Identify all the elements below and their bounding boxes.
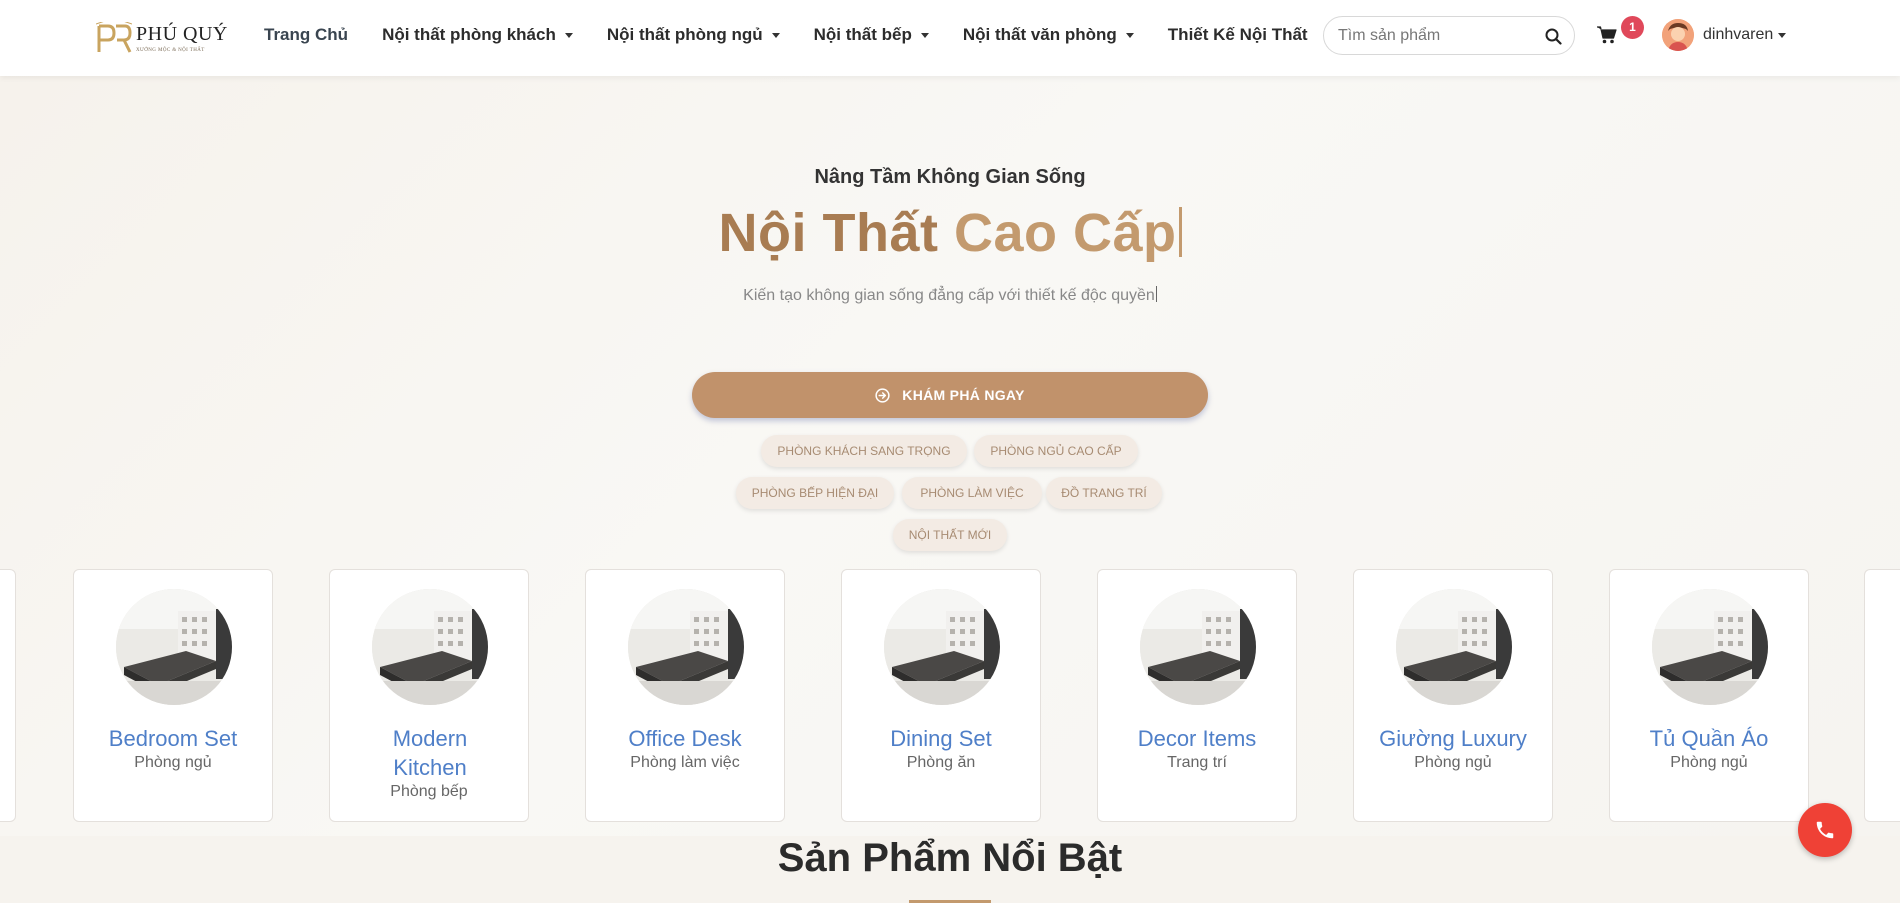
carousel-card[interactable]: Dining Set Phòng ăn	[841, 569, 1041, 822]
tag-kitchen[interactable]: PHÒNG BẾP HIỆN ĐẠI	[736, 477, 894, 509]
brand-monogram-icon	[96, 22, 132, 53]
product-thumbnail	[884, 589, 1000, 705]
card-subtitle: Phòng ngủ	[1670, 754, 1748, 771]
card-title: Decor Items	[1137, 726, 1257, 751]
tag-new-furniture[interactable]: NỘI THẤT MỚI	[893, 519, 1007, 551]
arrow-circle-right-icon	[875, 387, 890, 403]
carousel-card[interactable]: Decor Items Trang trí	[1097, 569, 1297, 822]
carousel-card-partial-left	[0, 569, 16, 822]
top-navbar: PHÚ QUÝ XƯỞNG MỘC & NỘI THẤT Trang Chủ N…	[0, 0, 1900, 76]
product-thumbnail	[1396, 589, 1512, 705]
search-box	[1323, 16, 1575, 55]
hero-subtitle: Kiến tạo không gian sống đẳng cấp với th…	[0, 286, 1900, 305]
card-subtitle: Phòng làm việc	[630, 754, 740, 771]
cart-count-badge: 1	[1621, 16, 1644, 39]
nav-item-label: Trang Chủ	[264, 25, 349, 44]
search-icon[interactable]	[1545, 28, 1562, 45]
main-menu: Trang Chủ Nội thất phòng khách Nội thất …	[264, 24, 1342, 46]
card-subtitle: Trang trí	[1167, 754, 1227, 771]
nav-item-bedroom[interactable]: Nội thất phòng ngủ	[607, 25, 780, 45]
nav-item-interior-design[interactable]: Thiết Kế Nội Thất	[1168, 25, 1308, 45]
user-menu[interactable]: dinhvaren	[1662, 19, 1787, 51]
product-thumbnail	[1652, 589, 1768, 705]
nav-item-label: Nội thất phòng khách	[382, 25, 556, 44]
product-thumbnail	[628, 589, 744, 705]
brand-name: PHÚ QUÝ	[136, 23, 228, 45]
brand-tagline: XƯỞNG MỘC & NỘI THẤT	[136, 48, 205, 53]
carousel-card[interactable]: Modern Kitchen Phòng bếp	[329, 569, 529, 822]
tag-workroom[interactable]: PHÒNG LÀM VIỆC	[902, 477, 1042, 509]
hero-title-part2: Cao Cấp	[953, 203, 1177, 263]
typing-cursor	[1178, 207, 1182, 257]
product-thumbnail	[116, 589, 232, 705]
card-title: Modern Kitchen	[392, 726, 468, 780]
card-title: Tủ Quần Áo	[1649, 726, 1769, 751]
shopping-cart-icon[interactable]	[1597, 26, 1617, 44]
caret-down-icon	[1778, 32, 1787, 38]
caret-down-icon	[771, 32, 780, 38]
carousel-card[interactable]: Bedroom Set Phòng ngủ	[73, 569, 273, 822]
brand-logo[interactable]: PHÚ QUÝ XƯỞNG MỘC & NỘI THẤT	[96, 20, 228, 58]
card-title: Giường Luxury	[1379, 726, 1527, 751]
card-title: Dining Set	[890, 726, 992, 751]
carousel-card[interactable]: Office Desk Phòng làm việc	[585, 569, 785, 822]
tag-bedroom[interactable]: PHÒNG NGỦ CAO CẤP	[974, 435, 1138, 467]
caret-down-icon	[920, 32, 929, 38]
carousel-card-partial-right	[1864, 569, 1900, 822]
nav-item-label: Thiết Kế Nội Thất	[1167, 25, 1308, 44]
featured-products-title: Sản Phẩm Nổi Bật	[777, 836, 1123, 880]
explore-now-label: KHÁM PHÁ NGAY	[902, 387, 1025, 403]
nav-item-label: Nội thất văn phòng	[962, 25, 1117, 44]
nav-item-kitchen[interactable]: Nội thất bếp	[814, 25, 929, 45]
carousel-card[interactable]: Tủ Quần Áo Phòng ngủ	[1609, 569, 1809, 822]
nav-item-home[interactable]: Trang Chủ	[264, 25, 348, 45]
card-subtitle: Phòng ngủ	[134, 754, 212, 771]
call-button[interactable]	[1798, 803, 1852, 857]
hero-title: Nội Thất Cao Cấp	[0, 202, 1900, 264]
search-input[interactable]	[1338, 26, 1538, 46]
explore-now-button[interactable]: KHÁM PHÁ NGAY	[692, 372, 1208, 418]
nav-item-label: Nội thất bếp	[813, 25, 912, 44]
tag-living-room[interactable]: PHÒNG KHÁCH SANG TRỌNG	[761, 435, 967, 467]
caret-down-icon	[1125, 32, 1134, 38]
nav-item-office[interactable]: Nội thất văn phòng	[963, 25, 1134, 45]
product-thumbnail	[1140, 589, 1256, 705]
hero-subtitle-text: Kiến tạo không gian sống đẳng cấp với th…	[743, 287, 1155, 304]
caret-down-icon	[564, 32, 573, 38]
user-name: dinhvaren	[1703, 26, 1774, 43]
card-title: Bedroom Set	[108, 726, 238, 751]
nav-item-living-room[interactable]: Nội thất phòng khách	[382, 25, 573, 45]
product-thumbnail	[372, 589, 488, 705]
carousel-card[interactable]: Giường Luxury Phòng ngủ	[1353, 569, 1553, 822]
card-subtitle: Phòng bếp	[390, 783, 468, 800]
typing-cursor	[1155, 286, 1157, 302]
card-title: Office Desk	[628, 726, 742, 751]
hero-title-part1: Nội Thất	[718, 203, 939, 263]
phone-icon	[1816, 821, 1834, 839]
card-subtitle: Phòng ăn	[906, 754, 976, 771]
hero-pre-title: Nâng Tầm Không Gian Sống	[814, 166, 1086, 188]
tag-decor[interactable]: ĐỒ TRANG TRÍ	[1046, 477, 1162, 509]
card-subtitle: Phòng ngủ	[1414, 754, 1492, 771]
avatar	[1662, 19, 1694, 51]
nav-item-label: Nội thất phòng ngủ	[606, 25, 763, 44]
